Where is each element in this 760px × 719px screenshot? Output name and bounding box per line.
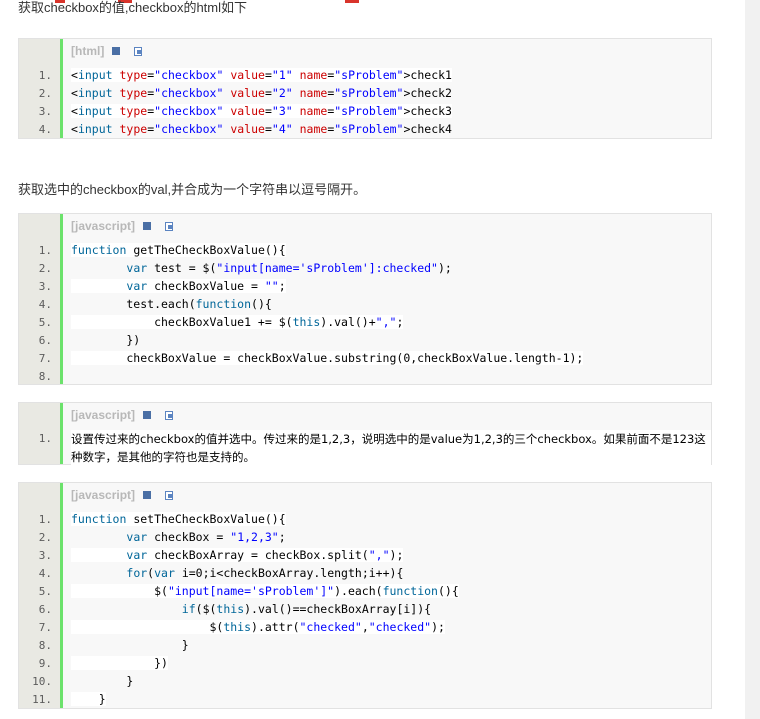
code-line: 9. }) bbox=[19, 654, 711, 672]
code-line: 2. var test = $("input[name='sProblem']:… bbox=[19, 259, 711, 277]
line-number: 6. bbox=[38, 602, 52, 616]
code-toolbar: [html] bbox=[63, 39, 711, 63]
code-line-text: <input type="checkbox" value="3" name="s… bbox=[71, 104, 452, 118]
line-number: 8. bbox=[38, 638, 52, 652]
code-line: 1. function setTheCheckBoxValue(){ bbox=[19, 510, 711, 528]
code-line-text: var checkBoxArray = checkBox.split(","); bbox=[71, 548, 404, 562]
line-number: 8. bbox=[38, 369, 52, 383]
code-line-text: checkBoxValue1 += $(this).val()+","; bbox=[71, 315, 404, 329]
code-line: 5. $("input[name='sProblem']").each(func… bbox=[19, 582, 711, 600]
code-line: 7. checkBoxValue = checkBoxValue.substri… bbox=[19, 349, 711, 367]
code-toolbar: [javascript] bbox=[63, 483, 711, 507]
code-line: 1. <input type="checkbox" value="1" name=… bbox=[19, 66, 711, 84]
copy-code-icon[interactable] bbox=[165, 410, 174, 420]
code-line: 1. function getTheCheckBoxValue(){ bbox=[19, 241, 711, 259]
line-number: 7. bbox=[38, 620, 52, 634]
line-number: 1. bbox=[38, 432, 52, 445]
code-line: 7. $(this).attr("checked","checked"); bbox=[19, 618, 711, 636]
code-line-text: function setTheCheckBoxValue(){ bbox=[71, 512, 286, 526]
code-line-text: 设置传过来的checkbox的值并选中。传过来的是1,2,3，说明选中的是val… bbox=[71, 430, 711, 466]
copy-code-icon[interactable] bbox=[165, 490, 174, 500]
code-block-javascript-set: [javascript] 1. function setTheCheckBoxVa… bbox=[18, 482, 712, 709]
code-line: 10. } bbox=[19, 672, 711, 690]
code-line: 8. } bbox=[19, 636, 711, 654]
line-number: 10. bbox=[32, 674, 52, 688]
code-line-text: var checkBox = "1,2,3"; bbox=[71, 530, 286, 544]
code-line-text: function getTheCheckBoxValue(){ bbox=[71, 243, 286, 257]
code-line: 5. checkBoxValue1 += $(this).val()+","; bbox=[19, 313, 711, 331]
code-line-text: } bbox=[71, 674, 134, 688]
code-line: 8. bbox=[19, 367, 711, 385]
paragraph-text: 获取选中的checkbox的val,并合成为一个字符串以逗号隔开。 bbox=[18, 182, 367, 197]
line-number: 3. bbox=[38, 279, 52, 293]
code-line-text: $(this).attr("checked","checked"); bbox=[71, 620, 445, 634]
code-block-javascript-get: [javascript] 1. function getTheCheckBoxVa… bbox=[18, 213, 712, 385]
code-line: 4. test.each(function(){ bbox=[19, 295, 711, 313]
code-line: 11. } bbox=[19, 690, 711, 708]
code-line-text: if($(this).val()==checkBoxArray[i]){ bbox=[71, 602, 432, 616]
code-line: 4. for(var i=0;i<checkBoxArray.length;i+… bbox=[19, 564, 711, 582]
line-number: 1. bbox=[38, 243, 52, 257]
line-number: 4. bbox=[38, 566, 52, 580]
code-lines: 1. function setTheCheckBoxValue(){ 2. var … bbox=[19, 507, 711, 708]
code-line: 4. <input type="checkbox" value="4" name=… bbox=[19, 120, 711, 138]
code-language-label: [html] bbox=[71, 44, 105, 58]
code-language-label: [javascript] bbox=[71, 488, 136, 502]
code-line: 3. var checkBoxArray = checkBox.split(",… bbox=[19, 546, 711, 564]
code-lines: 1. 设置传过来的checkbox的值并选中。传过来的是1,2,3，说明选中的是… bbox=[19, 427, 711, 466]
code-line: 2. <input type="checkbox" value="2" name=… bbox=[19, 84, 711, 102]
code-line-text: }) bbox=[71, 333, 141, 347]
code-line-text: <input type="checkbox" value="2" name="s… bbox=[71, 86, 452, 100]
code-line-text: <input type="checkbox" value="1" name="s… bbox=[71, 68, 452, 82]
code-line-text: var test = $("input[name='sProblem']:che… bbox=[71, 261, 452, 275]
line-number: 7. bbox=[38, 351, 52, 365]
line-number: 2. bbox=[38, 86, 52, 100]
copy-code-icon[interactable] bbox=[165, 221, 174, 231]
code-line-text: } bbox=[71, 638, 189, 652]
line-number: 3. bbox=[38, 548, 52, 562]
code-toolbar: [javascript] bbox=[63, 403, 711, 427]
code-line-text: for(var i=0;i<checkBoxArray.length;i++){ bbox=[71, 566, 404, 580]
code-line-text: $("input[name='sProblem']").each(functio… bbox=[71, 584, 459, 598]
scrollbar[interactable] bbox=[745, 0, 760, 719]
view-source-icon[interactable] bbox=[143, 411, 152, 419]
code-lines: 1. function getTheCheckBoxValue(){ 2. var … bbox=[19, 238, 711, 385]
code-language-label: [javascript] bbox=[71, 408, 136, 422]
line-number: 2. bbox=[38, 530, 52, 544]
code-line: 6. }) bbox=[19, 331, 711, 349]
copy-code-icon[interactable] bbox=[134, 46, 143, 56]
line-number: 5. bbox=[38, 315, 52, 329]
code-block-javascript-note: [javascript] 1. 设置传过来的checkbox的值并选中。传过来的… bbox=[18, 402, 712, 466]
line-number: 11. bbox=[32, 692, 52, 706]
line-number: 4. bbox=[38, 122, 52, 136]
view-source-icon[interactable] bbox=[143, 222, 152, 230]
code-line: 3. var checkBoxValue = ""; bbox=[19, 277, 711, 295]
code-line-text: checkBoxValue = checkBoxValue.substring(… bbox=[71, 351, 584, 365]
code-line-text: <input type="checkbox" value="4" name="s… bbox=[71, 122, 452, 136]
code-line: 6. if($(this).val()==checkBoxArray[i]){ bbox=[19, 600, 711, 618]
code-language-label: [javascript] bbox=[71, 219, 136, 233]
line-number: 1. bbox=[38, 512, 52, 526]
view-source-icon[interactable] bbox=[112, 47, 121, 55]
code-lines: 1. <input type="checkbox" value="1" name=… bbox=[19, 63, 711, 138]
line-number: 4. bbox=[38, 297, 52, 311]
line-number: 1. bbox=[38, 68, 52, 82]
code-block-html: [html] 1. <input type="checkbox" value="1… bbox=[18, 38, 712, 139]
code-line-text: } bbox=[71, 692, 106, 706]
code-line: 1. 设置传过来的checkbox的值并选中。传过来的是1,2,3，说明选中的是… bbox=[19, 430, 711, 466]
line-number: 5. bbox=[38, 584, 52, 598]
code-line-text: var checkBoxValue = ""; bbox=[71, 279, 286, 293]
code-line: 3. <input type="checkbox" value="3" name=… bbox=[19, 102, 711, 120]
line-number: 2. bbox=[38, 261, 52, 275]
code-toolbar: [javascript] bbox=[63, 214, 711, 238]
code-line-text: }) bbox=[71, 656, 168, 670]
line-number: 6. bbox=[38, 333, 52, 347]
line-number: 9. bbox=[38, 656, 52, 670]
code-line: 2. var checkBox = "1,2,3"; bbox=[19, 528, 711, 546]
line-number: 3. bbox=[38, 104, 52, 118]
view-source-icon[interactable] bbox=[143, 491, 152, 499]
intro-text: 获取checkbox的值,checkbox的html如下 bbox=[18, 0, 248, 15]
code-line-text: test.each(function(){ bbox=[71, 297, 272, 311]
